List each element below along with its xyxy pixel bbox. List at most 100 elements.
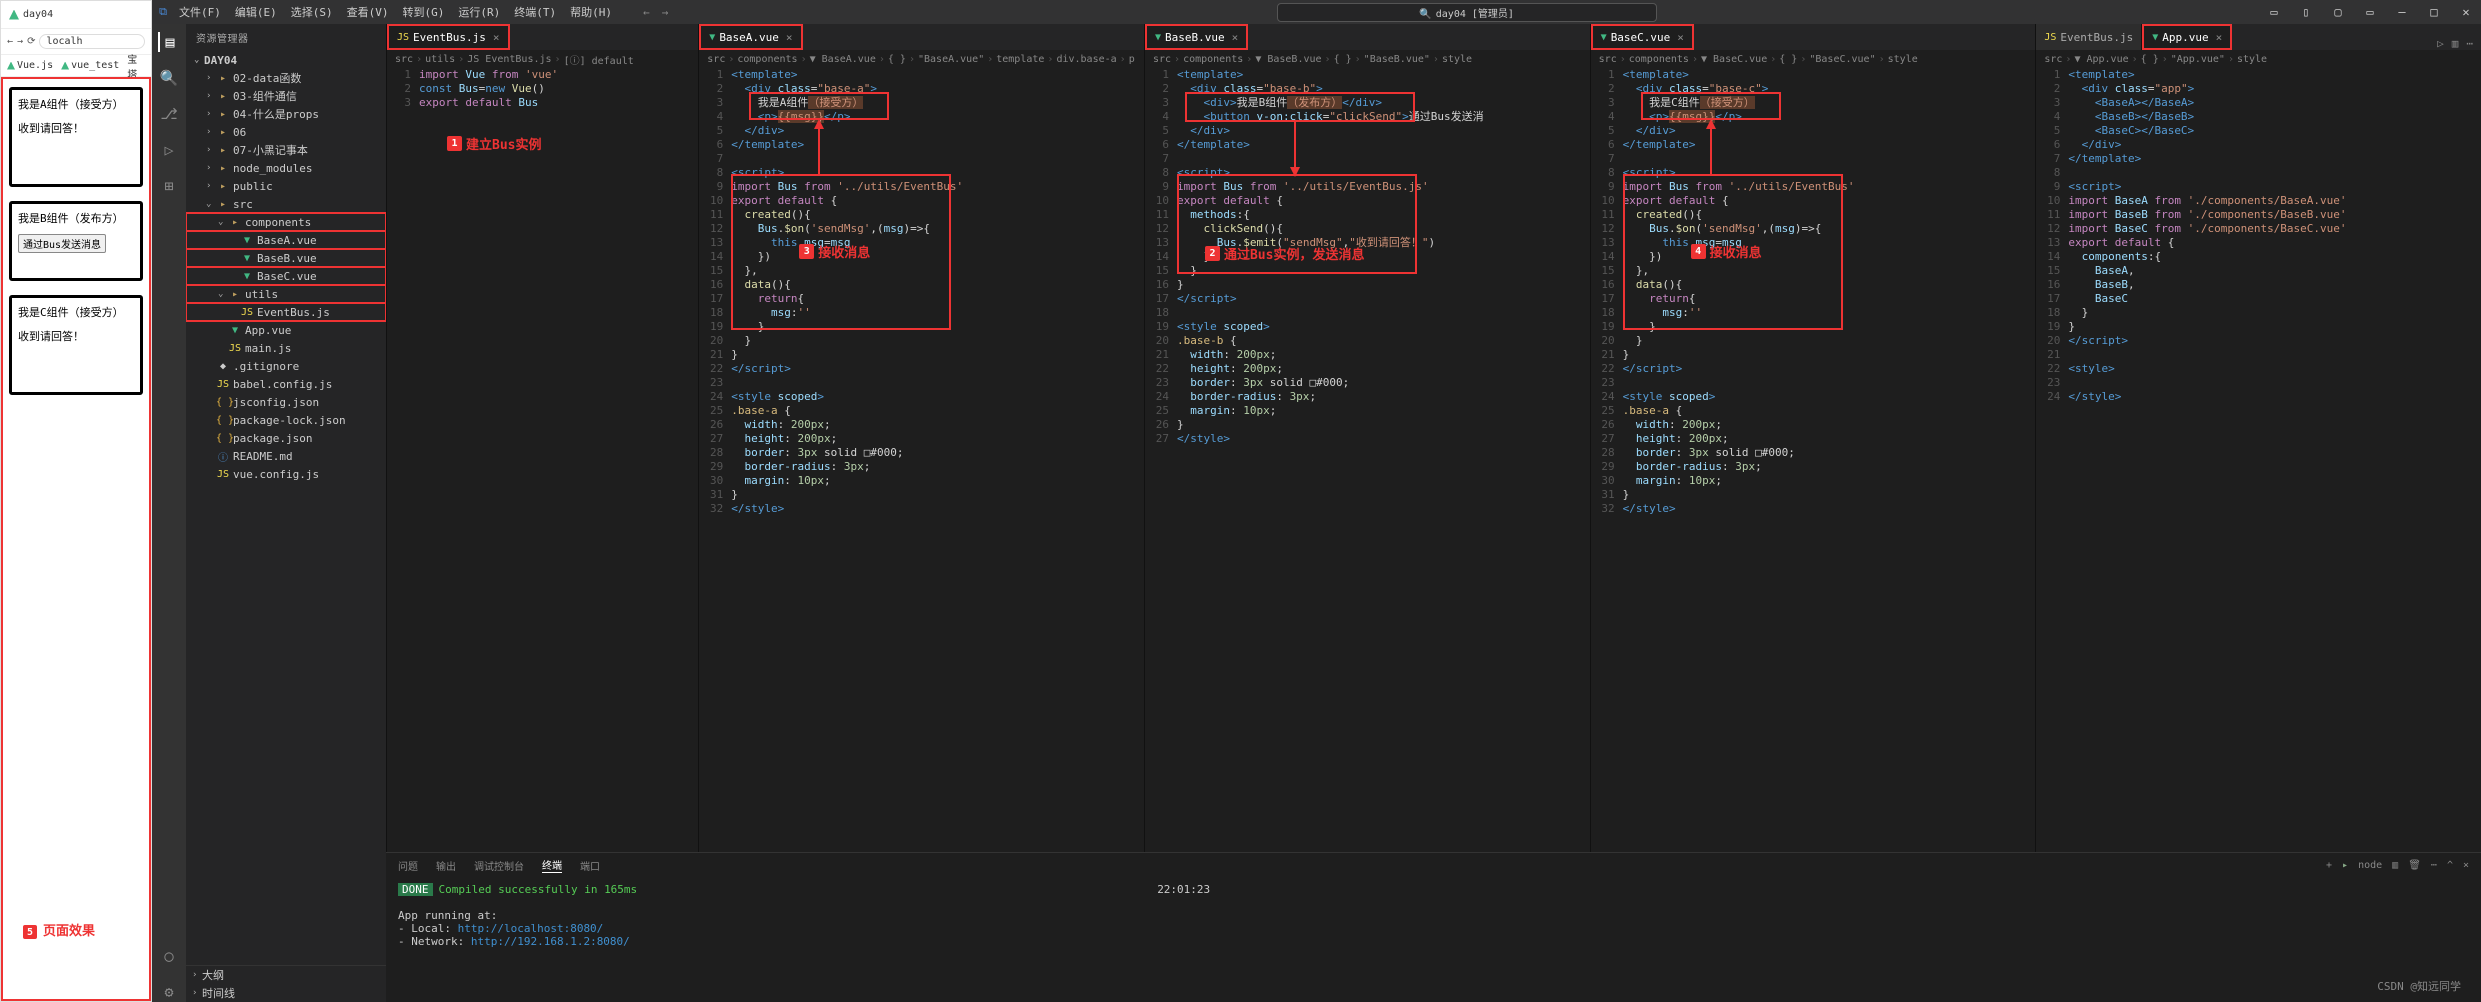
- code-editor[interactable]: 123456789101112131415161718192021222324 …: [2036, 68, 2481, 852]
- nav-fwd-icon[interactable]: →: [17, 36, 23, 47]
- run-icon[interactable]: ▷: [2437, 37, 2444, 50]
- history-back-icon[interactable]: ←: [637, 6, 656, 19]
- split-terminal-icon[interactable]: ▥: [2392, 860, 2398, 871]
- close-icon[interactable]: ×: [2216, 31, 2223, 44]
- more-icon[interactable]: ⋯: [2466, 37, 2473, 50]
- layout-icon[interactable]: ▯: [2291, 5, 2321, 19]
- menu-terminal[interactable]: 终端(T): [509, 4, 561, 20]
- close-icon[interactable]: ×: [1677, 31, 1684, 44]
- tree-item[interactable]: JSbabel.config.js: [186, 375, 386, 393]
- close-icon[interactable]: ×: [493, 31, 500, 44]
- close-icon[interactable]: ✕: [2451, 5, 2481, 19]
- network-url-link[interactable]: http://192.168.1.2:8080/: [471, 935, 630, 948]
- tab-app[interactable]: ▼App.vue×: [2142, 24, 2232, 50]
- nav-back-icon[interactable]: ←: [7, 36, 13, 47]
- tree-item[interactable]: ›▸07-小黑记事本: [186, 141, 386, 159]
- more-icon[interactable]: ⋯: [2431, 860, 2437, 871]
- command-center[interactable]: 🔍day04 [管理员]: [674, 3, 2259, 22]
- code-editor[interactable]: 1234567891011121314151617181920212223242…: [699, 68, 1144, 852]
- tab-eventbus[interactable]: JSEventBus.js×: [387, 24, 510, 50]
- breadcrumb[interactable]: src› utils› JS EventBus.js› [ⓘ] default: [387, 50, 698, 68]
- gear-icon[interactable]: ⚙: [159, 982, 179, 1002]
- extensions-icon[interactable]: ⊞: [159, 176, 179, 196]
- breadcrumb[interactable]: src›▼ App.vue›{ }›"App.vue"›style: [2036, 50, 2481, 68]
- tree-item[interactable]: JSmain.js: [186, 339, 386, 357]
- close-panel-icon[interactable]: ×: [2463, 860, 2469, 871]
- timeline-section[interactable]: ›时间线: [186, 984, 386, 1002]
- menu-run[interactable]: 运行(R): [453, 4, 505, 20]
- tab-eventbus-2[interactable]: JSEventBus.js: [2036, 24, 2142, 50]
- menu-select[interactable]: 选择(S): [286, 4, 338, 20]
- tree-item[interactable]: ›▸02-data函数: [186, 69, 386, 87]
- panel-tab-ports[interactable]: 端口: [580, 858, 600, 873]
- bookmark-item[interactable]: vue_test: [61, 60, 119, 71]
- bookmark-item[interactable]: Vue.js: [7, 60, 53, 71]
- panel-tab-terminal[interactable]: 终端: [542, 857, 562, 873]
- tree-item[interactable]: ▼BaseA.vue: [186, 231, 386, 249]
- menu-view[interactable]: 查看(V): [342, 4, 394, 20]
- tab-base-a[interactable]: ▼BaseA.vue×: [699, 24, 802, 50]
- address-bar[interactable]: localh: [39, 34, 145, 49]
- menu-file[interactable]: 文件(F): [174, 4, 226, 20]
- tree-item[interactable]: JSEventBus.js: [186, 303, 386, 321]
- bookmark-item[interactable]: 宝塔: [127, 51, 145, 81]
- layout-icon[interactable]: ▭: [2355, 5, 2385, 19]
- tree-item[interactable]: ▼App.vue: [186, 321, 386, 339]
- nav-reload-icon[interactable]: ⟳: [27, 36, 35, 47]
- close-icon[interactable]: ×: [1232, 31, 1239, 44]
- trash-icon[interactable]: 🗑: [2408, 860, 2421, 871]
- code-editor[interactable]: 1234567891011121314151617181920212223242…: [1591, 68, 2036, 852]
- tree-item[interactable]: { }package-lock.json: [186, 411, 386, 429]
- local-url-link[interactable]: http://localhost:8080/: [458, 922, 604, 935]
- maximize-icon[interactable]: □: [2419, 5, 2449, 19]
- tree-item[interactable]: ◆.gitignore: [186, 357, 386, 375]
- menu-goto[interactable]: 转到(G): [398, 4, 450, 20]
- browser-preview: day04 ← → ⟳ localh Vue.js vue_test 宝塔 我是…: [0, 0, 152, 1002]
- search-icon[interactable]: 🔍: [159, 68, 179, 88]
- minimize-icon[interactable]: —: [2387, 5, 2417, 19]
- code-editor[interactable]: 1234567891011121314151617181920212223242…: [1145, 68, 1590, 852]
- tree-item[interactable]: ⌄▸components: [186, 213, 386, 231]
- panel-tab-problems[interactable]: 问题: [398, 858, 418, 873]
- split-icon[interactable]: ▥: [2452, 37, 2459, 50]
- tree-item[interactable]: ›▸06: [186, 123, 386, 141]
- tab-base-b[interactable]: ▼BaseB.vue×: [1145, 24, 1248, 50]
- history-fwd-icon[interactable]: →: [656, 6, 675, 19]
- close-icon[interactable]: ×: [786, 31, 793, 44]
- layout-icon[interactable]: ▭: [2259, 5, 2289, 19]
- terminal-kind-icon[interactable]: ▸: [2342, 860, 2348, 871]
- run-debug-icon[interactable]: ▷: [159, 140, 179, 160]
- breadcrumb[interactable]: src›components›▼ BaseA.vue›{ }›"BaseA.vu…: [699, 50, 1144, 68]
- tab-base-c[interactable]: ▼BaseC.vue×: [1591, 24, 1694, 50]
- menu-edit[interactable]: 编辑(E): [230, 4, 282, 20]
- source-control-icon[interactable]: ⎇: [159, 104, 179, 124]
- tree-item[interactable]: ›▸public: [186, 177, 386, 195]
- tree-root[interactable]: ⌄DAY04: [186, 51, 386, 69]
- tree-item[interactable]: { }jsconfig.json: [186, 393, 386, 411]
- tree-item[interactable]: ›▸node_modules: [186, 159, 386, 177]
- tree-item[interactable]: ⌄▸utils: [186, 285, 386, 303]
- tree-item[interactable]: ⌄▸src: [186, 195, 386, 213]
- code-editor[interactable]: 123 import Vue from 'vue' const Bus=new …: [387, 68, 698, 852]
- layout-icon[interactable]: ▢: [2323, 5, 2353, 19]
- breadcrumb[interactable]: src›components›▼ BaseB.vue›{ }›"BaseB.vu…: [1145, 50, 1590, 68]
- tree-item[interactable]: ›▸03-组件通信: [186, 87, 386, 105]
- tree-item[interactable]: { }package.json: [186, 429, 386, 447]
- outline-section[interactable]: ›大纲: [186, 966, 386, 984]
- maximize-panel-icon[interactable]: ^: [2447, 860, 2453, 871]
- tree-item[interactable]: ▼BaseC.vue: [186, 267, 386, 285]
- panel-tab-debug[interactable]: 调试控制台: [474, 858, 524, 873]
- menu-help[interactable]: 帮助(H): [565, 4, 617, 20]
- tree-item[interactable]: ›▸04-什么是props: [186, 105, 386, 123]
- terminal-body[interactable]: DONECompiled successfully in 165ms22:01:…: [386, 877, 2481, 1002]
- new-terminal-icon[interactable]: +: [2326, 860, 2332, 871]
- tree-item[interactable]: ▼BaseB.vue: [186, 249, 386, 267]
- breadcrumb[interactable]: src›components›▼ BaseC.vue›{ }›"BaseC.vu…: [1591, 50, 2036, 68]
- panel-tab-output[interactable]: 输出: [436, 858, 456, 873]
- tree-item[interactable]: ⓘREADME.md: [186, 447, 386, 465]
- send-button[interactable]: 通过Bus发送消息: [18, 234, 106, 253]
- account-icon[interactable]: ◯: [159, 946, 179, 966]
- explorer-icon[interactable]: ▤: [158, 32, 178, 52]
- tree-item[interactable]: JSvue.config.js: [186, 465, 386, 483]
- browser-tab[interactable]: day04: [1, 1, 151, 29]
